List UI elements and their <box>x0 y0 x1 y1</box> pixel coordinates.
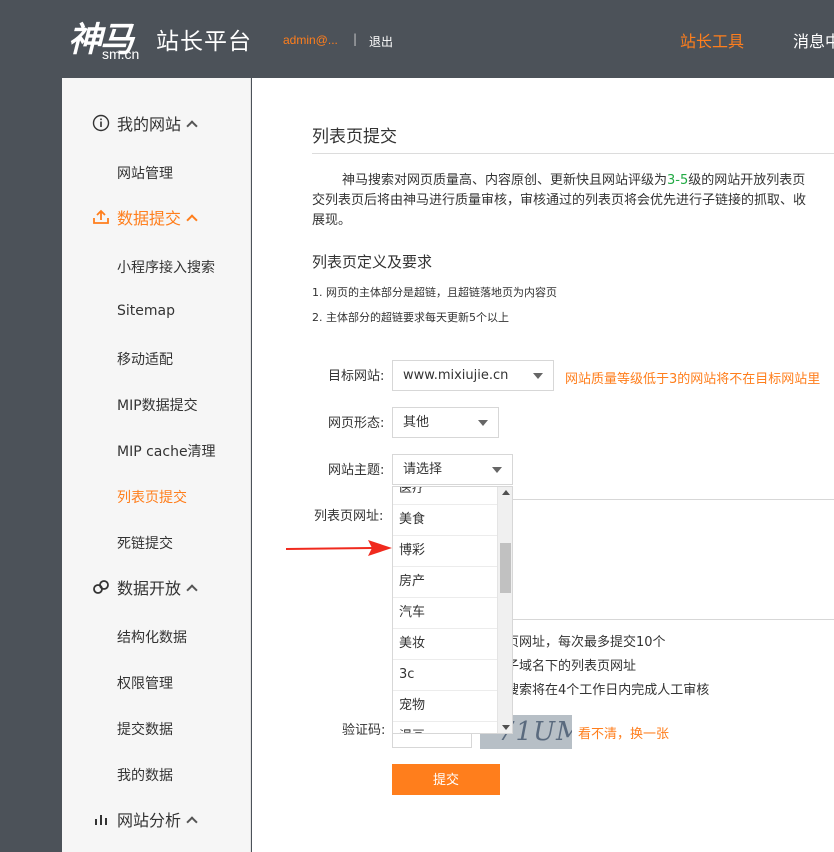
upload-icon <box>92 208 110 226</box>
section-title: 列表页定义及要求 <box>312 253 433 271</box>
intro-text: 展现。 <box>312 213 352 228</box>
select-value: 其他 <box>403 415 430 430</box>
site-theme-select[interactable]: 请选择 <box>392 454 513 485</box>
sidebar-item-submit-data[interactable]: 提交数据 <box>117 719 173 739</box>
sidebar-group-label: 数据提交 <box>117 209 182 228</box>
sidebar-item-dead-link[interactable]: 死链提交 <box>117 533 173 553</box>
sidebar-group-label: 网站分析 <box>117 811 182 830</box>
sidebar-item-my-data[interactable]: 我的数据 <box>117 765 173 785</box>
caret-down-icon <box>478 420 488 426</box>
select-value: www.mixiujie.cn <box>403 368 509 383</box>
top-header: 神马 sm.cn 站长平台 admin@... | 退出 站长工具 消息中 <box>0 0 834 78</box>
submit-button[interactable]: 提交 <box>392 764 500 795</box>
chevron-up-icon <box>186 119 198 132</box>
requirement-item: 1. 网页的主体部分是超链，且超链落地页为内容页 <box>312 286 557 299</box>
logo-title: 站长平台 <box>156 29 252 55</box>
dropdown-scrollbar[interactable] <box>497 487 512 733</box>
page-title: 列表页提交 <box>312 127 397 147</box>
dropdown-option[interactable]: 汽车 <box>393 598 497 629</box>
sidebar-item-mip-cache[interactable]: MIP cache清理 <box>117 441 216 461</box>
list-url-label: 列表页网址: <box>314 509 384 524</box>
intro-text: 级的网站开放列表页 <box>688 173 806 188</box>
logo-domain: sm.cn <box>102 46 140 62</box>
sidebar-item-mobile-adapt[interactable]: 移动适配 <box>117 349 173 369</box>
page-form-select[interactable]: 其他 <box>392 407 499 438</box>
scrollbar-thumb[interactable] <box>500 543 511 593</box>
sidebar-group-site-analysis[interactable]: 网站分析 <box>92 806 198 832</box>
dropdown-option[interactable]: 房产 <box>393 567 497 598</box>
info-circle-icon <box>92 114 110 132</box>
logout-link[interactable]: 退出 <box>369 33 393 50</box>
dropdown-option[interactable]: 美食 <box>393 505 497 536</box>
intro-text: 神马搜索对网页质量高、内容原创、更新快且网站评级为 <box>342 173 668 188</box>
sidebar-group-data-open[interactable]: 数据开放 <box>92 574 198 600</box>
intro-paragraph: 神马搜索对网页质量高、内容原创、更新快且网站评级为3-5级的网站开放列表页 交列… <box>312 171 834 231</box>
intro-level-highlight: 3-5 <box>667 173 689 188</box>
site-theme-label: 网站主题: <box>328 463 385 478</box>
title-divider <box>312 153 834 154</box>
nav-messages[interactable]: 消息中 <box>793 28 834 52</box>
scroll-down-icon[interactable] <box>502 725 510 730</box>
sidebar-item-sitemap[interactable]: Sitemap <box>117 303 175 319</box>
url-note: 子域名下的列表页网址 <box>506 659 637 674</box>
sidebar-group-label: 我的网站 <box>117 115 182 134</box>
caret-down-icon <box>492 467 502 473</box>
requirement-item: 2. 主体部分的超链要求每天更新5个以上 <box>312 311 509 324</box>
captcha-label: 验证码: <box>342 723 386 738</box>
select-value: 请选择 <box>403 462 443 477</box>
dropdown-options: 医疗 美食 博彩 房产 汽车 美妆 3c 宠物 漫画 <box>393 487 497 733</box>
dropdown-option[interactable]: 宠物 <box>393 691 497 722</box>
main-content: 列表页提交 神马搜索对网页质量高、内容原创、更新快且网站评级为3-5级的网站开放… <box>252 78 834 852</box>
sidebar-item-list-page-submit[interactable]: 列表页提交 <box>117 487 187 507</box>
sidebar-group-my-site[interactable]: 我的网站 <box>92 110 198 136</box>
sidebar: 我的网站 网站管理 数据提交 小程序接入搜索 Sitemap 移动适配 MIP数… <box>62 78 251 852</box>
sidebar-item-miniprogram[interactable]: 小程序接入搜索 <box>117 257 215 277</box>
bar-chart-icon <box>92 810 110 828</box>
target-site-warning: 网站质量等级低于3的网站将不在目标网站里 <box>565 372 821 387</box>
sidebar-group-label: 数据开放 <box>117 579 182 598</box>
dropdown-option[interactable]: 漫画 <box>393 722 497 733</box>
sidebar-item-site-management[interactable]: 网站管理 <box>117 163 173 183</box>
sidebar-item-mip-submit[interactable]: MIP数据提交 <box>117 395 198 415</box>
captcha-refresh-link[interactable]: 看不清，换一张 <box>578 723 669 742</box>
url-note: 搜索将在4个工作日内完成人工审核 <box>506 683 710 698</box>
url-note: 页网址，每次最多提交10个 <box>506 635 666 650</box>
dropdown-option[interactable]: 3c <box>393 660 497 691</box>
chevron-up-icon <box>186 583 198 596</box>
red-arrow-icon <box>285 540 392 556</box>
sidebar-item-structured-data[interactable]: 结构化数据 <box>117 627 187 647</box>
intro-text: 交列表页后将由神马进行质量审核，审核通过的列表页将会优先进行子链接的抓取、收 <box>312 193 807 208</box>
sidebar-item-permissions[interactable]: 权限管理 <box>117 673 173 693</box>
nav-webmaster-tools[interactable]: 站长工具 <box>680 28 744 52</box>
link-icon <box>92 578 110 596</box>
site-logo[interactable]: 神马 sm.cn 站长平台 <box>68 12 258 64</box>
dropdown-option[interactable]: 博彩 <box>393 536 497 567</box>
target-site-label: 目标网站: <box>328 369 385 384</box>
list-url-textarea[interactable] <box>499 499 834 620</box>
target-site-select[interactable]: www.mixiujie.cn <box>392 360 554 391</box>
dropdown-option[interactable]: 美妆 <box>393 629 497 660</box>
dropdown-option[interactable]: 医疗 <box>393 487 497 505</box>
scroll-up-icon[interactable] <box>502 490 510 495</box>
caret-down-icon <box>533 373 543 379</box>
chevron-up-icon <box>186 213 198 226</box>
chevron-up-icon <box>186 815 198 828</box>
user-account-link[interactable]: admin@... <box>283 33 338 47</box>
page-form-label: 网页形态: <box>328 416 385 431</box>
header-separator: | <box>353 32 358 46</box>
sidebar-group-data-submit[interactable]: 数据提交 <box>92 204 198 230</box>
site-theme-dropdown[interactable]: 医疗 美食 博彩 房产 汽车 美妆 3c 宠物 漫画 <box>392 486 513 734</box>
